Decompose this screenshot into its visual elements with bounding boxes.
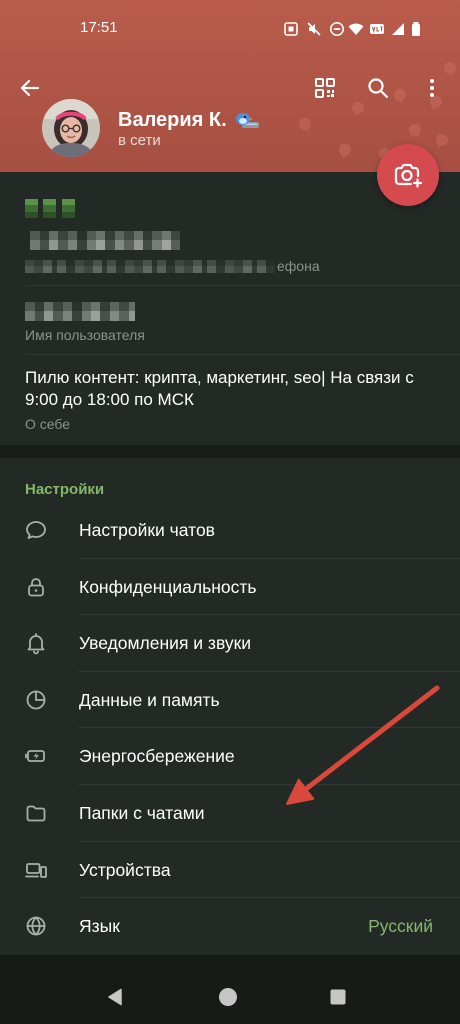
settings-item-label: Устройства (79, 859, 171, 880)
wifi-icon (348, 21, 364, 37)
devices-icon (24, 858, 48, 882)
settings-item-language[interactable]: Язык Русский (0, 898, 460, 955)
cellular-signal-icon (390, 21, 406, 37)
redacted-username (25, 302, 135, 321)
chat-bubble-icon (24, 518, 48, 542)
emoji-status-icon[interactable] (233, 110, 261, 130)
nav-recents-icon[interactable] (328, 987, 348, 1007)
username-label: Имя пользователя (25, 327, 145, 343)
settings-item-power-saving[interactable]: Энергосбережение (0, 728, 460, 785)
settings-item-label: Уведомления и звуки (79, 633, 252, 654)
bio-text[interactable]: Пилю контент: крипта, маркетинг, seo| На… (25, 367, 435, 411)
settings-list: Настройки чатов Конфиденциальность Уведо… (0, 502, 460, 955)
settings-item-label: Энергосбережение (79, 746, 235, 767)
online-status: в сети (118, 132, 161, 149)
redacted-block (62, 199, 75, 218)
profile-name-row: Валерия К. (118, 107, 261, 133)
pie-chart-icon (24, 688, 48, 712)
volte-icon (369, 21, 385, 37)
avatar[interactable] (42, 99, 100, 157)
qr-code-icon[interactable] (313, 76, 337, 100)
language-value: Русский (368, 916, 433, 937)
username-row[interactable]: Имя пользователя (0, 286, 460, 354)
do-not-disturb-icon (329, 21, 345, 37)
folder-icon (24, 801, 48, 825)
redacted-phone-label (25, 260, 275, 273)
globe-icon (24, 914, 48, 938)
back-arrow-icon[interactable] (18, 76, 42, 100)
battery-icon (408, 21, 424, 37)
screenshot-notification-icon (283, 21, 299, 37)
settings-section-title: Настройки (25, 481, 105, 498)
battery-saver-icon (24, 744, 48, 768)
profile-name: Валерия К. (118, 109, 227, 131)
status-time: 17:51 (80, 19, 118, 36)
settings-item-data-storage[interactable]: Данные и память (0, 672, 460, 729)
camera-add-icon (392, 159, 424, 191)
profile-header: 17:51 Валерия К. в сети (0, 0, 460, 172)
system-navigation-bar (0, 955, 460, 1024)
nav-home-icon[interactable] (218, 987, 238, 1007)
more-vertical-icon[interactable] (420, 76, 444, 100)
settings-item-notifications[interactable]: Уведомления и звуки (0, 615, 460, 672)
bell-icon (24, 631, 48, 655)
redacted-block (43, 199, 56, 218)
section-separator (0, 445, 460, 458)
phone-number-row[interactable]: ефона (0, 190, 460, 285)
settings-item-label: Данные и память (79, 689, 220, 710)
settings-item-privacy[interactable]: Конфиденциальность (0, 559, 460, 616)
divider (25, 354, 460, 355)
phone-label-fragment: ефона (277, 258, 320, 274)
nav-back-icon[interactable] (105, 987, 125, 1007)
redacted-block (25, 199, 38, 218)
settings-item-label: Язык (79, 916, 120, 937)
settings-item-chat-settings[interactable]: Настройки чатов (0, 502, 460, 559)
header-pattern (298, 61, 456, 164)
settings-item-label: Конфиденциальность (79, 576, 257, 597)
settings-item-label: Папки с чатами (79, 802, 205, 823)
redacted-phone-number (30, 231, 180, 250)
settings-item-chat-folders[interactable]: Папки с чатами (0, 785, 460, 842)
lock-icon (24, 575, 48, 599)
mute-icon (306, 21, 322, 37)
bio-label: О себе (25, 416, 71, 432)
search-icon[interactable] (366, 76, 390, 100)
settings-item-label: Настройки чатов (79, 520, 215, 540)
settings-item-devices[interactable]: Устройства (0, 842, 460, 899)
